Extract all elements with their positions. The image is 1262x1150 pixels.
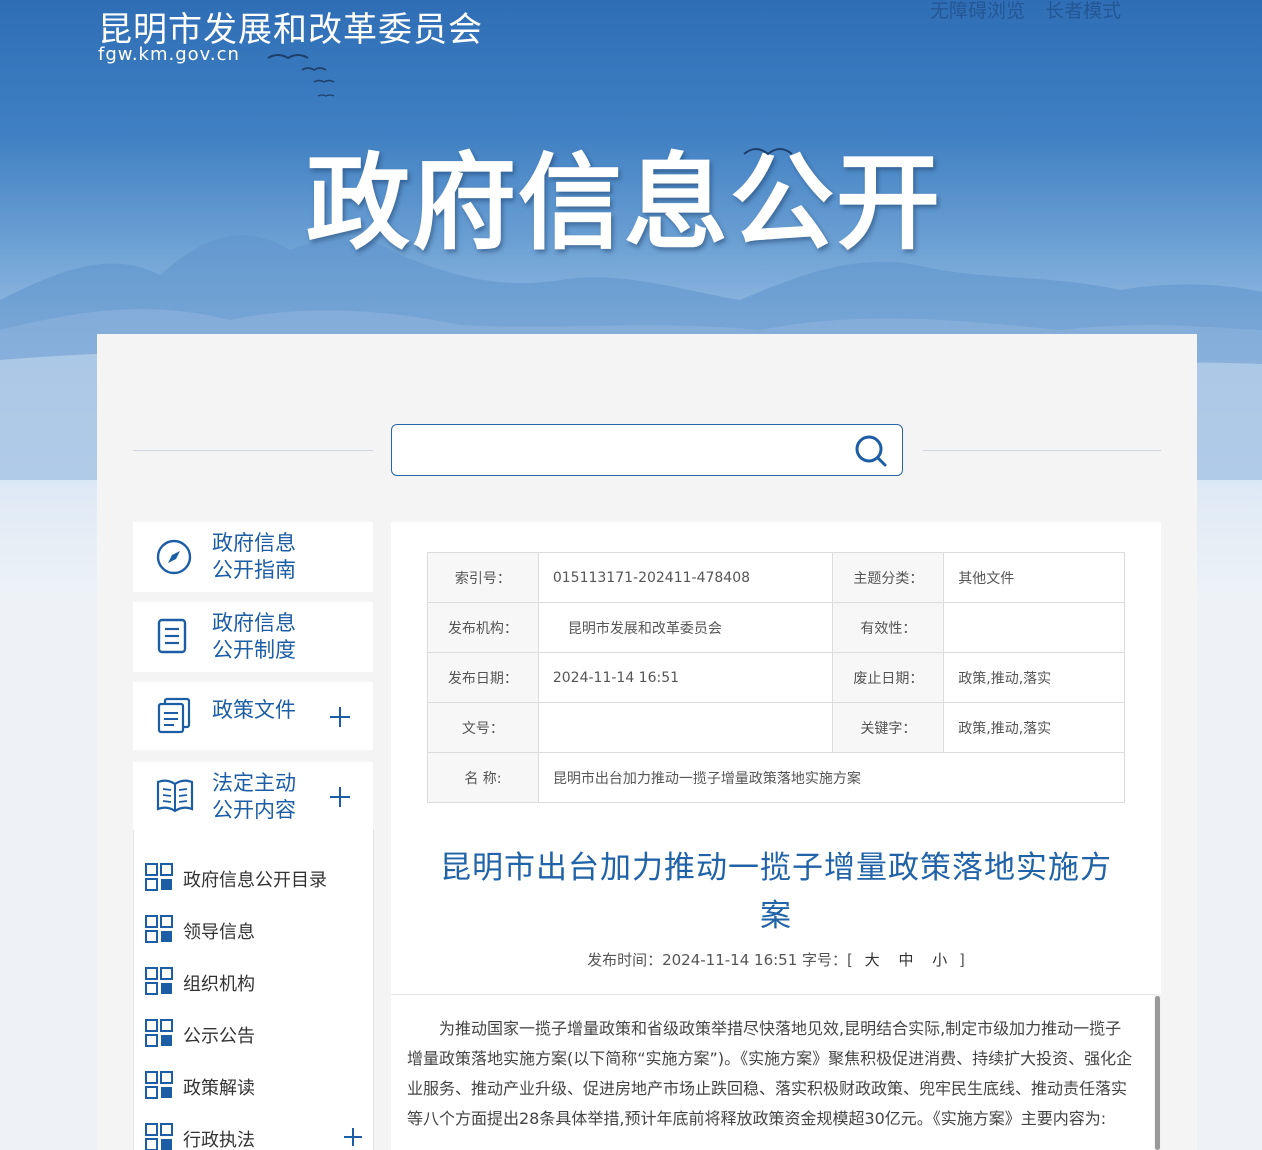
search-divider-right: [923, 450, 1161, 451]
grid-icon: [145, 915, 173, 943]
meta-key: 废止日期：: [832, 652, 945, 703]
table-row: 文号： 关键字： 政策,推动,落实: [427, 702, 1125, 753]
meta-key: 发布日期：: [427, 652, 539, 703]
compass-icon: [156, 539, 192, 575]
submenu-label: 领导信息: [183, 922, 255, 943]
site-domain: fgw.km.gov.cn: [98, 44, 240, 65]
search-icon[interactable]: [854, 434, 888, 468]
meta-key: 主题分类：: [832, 552, 945, 603]
publish-info: 发布时间：2024-11-14 16:51 字号：[ 大 中 小 ]: [431, 949, 1121, 970]
top-links: 无障碍浏览 长者模式: [930, 0, 1135, 23]
grid-icon: [145, 863, 173, 891]
search-divider-left: [133, 450, 373, 451]
grid-icon: [145, 1071, 173, 1099]
sidebar-card-label: 政策文件: [212, 698, 296, 722]
submenu-item-catalog[interactable]: 政府信息公开目录: [144, 862, 369, 892]
meta-key: 名 称:: [427, 752, 539, 803]
meta-value: [943, 602, 1125, 653]
search-box[interactable]: [391, 424, 903, 476]
sidebar-card-label: 政府信息 公开指南: [212, 531, 296, 582]
grid-icon: [145, 967, 173, 995]
main-container: 政府信息 公开指南 政府信息 公开制度 政策文件 法定主动 公开内容 政府信息公…: [97, 334, 1197, 1150]
grid-icon: [145, 1123, 173, 1150]
scrollbar-thumb[interactable]: [1155, 996, 1160, 1150]
content-panel: 索引号： 015113171-202411-478408 主题分类： 其他文件 …: [391, 522, 1161, 1150]
sidebar-card-policy-files[interactable]: 政策文件: [133, 682, 373, 750]
meta-key: 索引号：: [427, 552, 539, 603]
meta-key: 发布机构：: [427, 602, 539, 653]
submenu-label: 组织机构: [183, 974, 255, 995]
meta-value: 2024-11-14 16:51: [537, 652, 834, 703]
sidebar-card-system[interactable]: 政府信息 公开制度: [133, 602, 373, 672]
submenu-item-notices[interactable]: 公示公告: [144, 1018, 369, 1048]
expand-plus-icon[interactable]: [330, 707, 350, 727]
meta-key: 文号：: [427, 702, 539, 753]
submenu-label: 政策解读: [183, 1078, 255, 1099]
submenu-label: 行政执法: [183, 1130, 255, 1150]
sidebar-card-label: 法定主动 公开内容: [212, 771, 296, 822]
table-row: 发布日期： 2024-11-14 16:51 废止日期： 政策,推动,落实: [427, 652, 1125, 703]
font-size-large-button[interactable]: 大: [865, 951, 880, 969]
sidebar-card-mandatory-content[interactable]: 法定主动 公开内容: [133, 762, 373, 830]
table-row: 索引号： 015113171-202411-478408 主题分类： 其他文件: [427, 552, 1125, 603]
search-input[interactable]: [404, 435, 844, 465]
expand-plus-icon[interactable]: [344, 1128, 362, 1146]
meta-key: 有效性：: [832, 602, 945, 653]
sidebar-card-label: 政府信息 公开制度: [212, 611, 296, 662]
article-body: 为推动国家一揽子增量政策和省级政策举措尽快落地见效,昆明结合实际,制定市级加力推…: [407, 1019, 1133, 1128]
meta-value: 昆明市出台加力推动一揽子增量政策落地实施方案: [537, 752, 1126, 803]
meta-key: 关键字：: [832, 702, 945, 753]
meta-value: 政策,推动,落实: [943, 652, 1125, 703]
meta-value: 015113171-202411-478408: [537, 552, 834, 603]
article-title: 昆明市出台加力推动一揽子增量政策落地实施方案: [440, 850, 1112, 934]
font-size-medium-button[interactable]: 中: [898, 951, 913, 969]
documents-icon: [157, 697, 191, 734]
document-list-icon: [157, 618, 187, 654]
font-size-small-button[interactable]: 小: [932, 951, 947, 969]
table-row: 名 称: 昆明市出台加力推动一揽子增量政策落地实施方案: [427, 752, 1126, 803]
grid-icon: [145, 1019, 173, 1047]
meta-value: [537, 702, 834, 753]
submenu-item-organization[interactable]: 组织机构: [144, 966, 369, 996]
bird-icon: [743, 148, 793, 156]
elder-mode-link[interactable]: 长者模式: [1045, 0, 1121, 22]
metadata-table: 索引号： 015113171-202411-478408 主题分类： 其他文件 …: [427, 552, 1126, 803]
sidebar-submenu: 政府信息公开目录 领导信息 组织机构 公示公告 政策解读 行政执法: [133, 830, 374, 1150]
submenu-label: 公示公告: [183, 1026, 255, 1047]
submenu-item-enforcement[interactable]: 行政执法: [144, 1122, 369, 1150]
publish-time: 发布时间：2024-11-14 16:51 字号：[: [587, 951, 853, 969]
meta-value: 昆明市发展和改革委员会: [537, 602, 834, 653]
submenu-label: 政府信息公开目录: [183, 870, 327, 891]
open-book-icon: [156, 779, 194, 813]
meta-value: 政策,推动,落实: [943, 702, 1125, 753]
submenu-item-leaders[interactable]: 领导信息: [144, 914, 369, 944]
submenu-item-interpretation[interactable]: 政策解读: [144, 1070, 369, 1100]
expand-plus-icon[interactable]: [330, 787, 350, 807]
sidebar-card-guide[interactable]: 政府信息 公开指南: [133, 522, 373, 592]
bracket-close: ]: [959, 951, 965, 969]
table-row: 发布机构： 昆明市发展和改革委员会 有效性：: [427, 602, 1125, 653]
divider: [391, 994, 1161, 995]
meta-value: 其他文件: [943, 552, 1125, 603]
birds-decoration: [267, 54, 335, 97]
hero-title: 政府信息公开: [306, 142, 943, 264]
accessibility-link[interactable]: 无障碍浏览: [930, 0, 1025, 22]
